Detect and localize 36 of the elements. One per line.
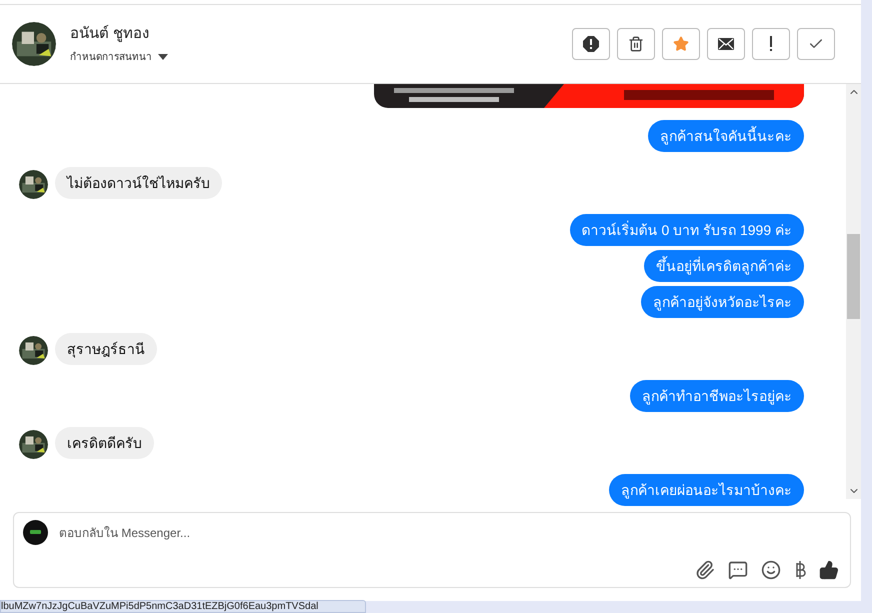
toolbar-button[interactable] <box>707 28 745 60</box>
message-bubble: ดาวน์เริ่มต้น 0 บาท รับรถ 1999 ค่ะ <box>570 214 804 246</box>
exclamation-icon <box>769 36 773 52</box>
toolbar-button[interactable] <box>572 28 610 60</box>
customer-avatar <box>19 336 48 365</box>
contact-name: อนันต์ ชูทอง <box>70 24 150 44</box>
message-bubble: เครดิตดีครับ <box>55 427 154 459</box>
message-bubble: ลูกค้าสนใจคันนี้นะคะ <box>648 120 804 152</box>
message-bubble: สุราษฎร์ธานี <box>55 333 157 365</box>
message-bubble: ลูกค้าทำอาชีพอะไรอยู่คะ <box>630 380 804 412</box>
message-bubble: ลูกค้าเคยผ่อนอะไรมาบ้างคะ <box>609 474 804 506</box>
baht-icon[interactable] <box>794 560 806 580</box>
star-icon <box>673 36 689 52</box>
scrollbar[interactable] <box>846 84 861 499</box>
profile-avatar <box>12 22 56 66</box>
scrollbar-thumb[interactable] <box>847 234 860 319</box>
smiley-icon[interactable] <box>761 560 781 580</box>
alert-icon <box>582 35 600 53</box>
reply-input[interactable]: ตอบกลับใน Messenger... <box>59 524 841 542</box>
message-bubble: ลูกค้าอยู่จังหวัดอะไรคะ <box>641 286 804 318</box>
reply-box[interactable]: ตอบกลับใน Messenger... <box>13 512 851 588</box>
toolbar-button[interactable] <box>752 28 790 60</box>
speech-bubble-icon[interactable] <box>728 560 748 580</box>
status-url: lbuMZw7nJzJgCuBaVZuMPi5dP5nmC3aD31tEZBjG0f6Eau3pmTVSdal <box>0 600 366 613</box>
paperclip-icon[interactable] <box>695 560 715 580</box>
envelope-icon <box>718 38 734 50</box>
thumbs-up-icon[interactable] <box>819 560 839 580</box>
message-bubble: ไม่ต้องดาวน์ใช่ไหมครับ <box>55 167 222 199</box>
trash-icon <box>628 36 644 52</box>
caret-icon <box>158 54 168 60</box>
conversation-menu[interactable]: กำหนดการสนทนา <box>70 50 168 65</box>
page-avatar <box>23 520 48 545</box>
customer-avatar <box>19 170 48 199</box>
toolbar-button[interactable] <box>617 28 655 60</box>
message-bubble: ขึ้นอยู่ที่เครดิตลูกค้าค่ะ <box>644 250 804 282</box>
customer-avatar <box>19 430 48 459</box>
